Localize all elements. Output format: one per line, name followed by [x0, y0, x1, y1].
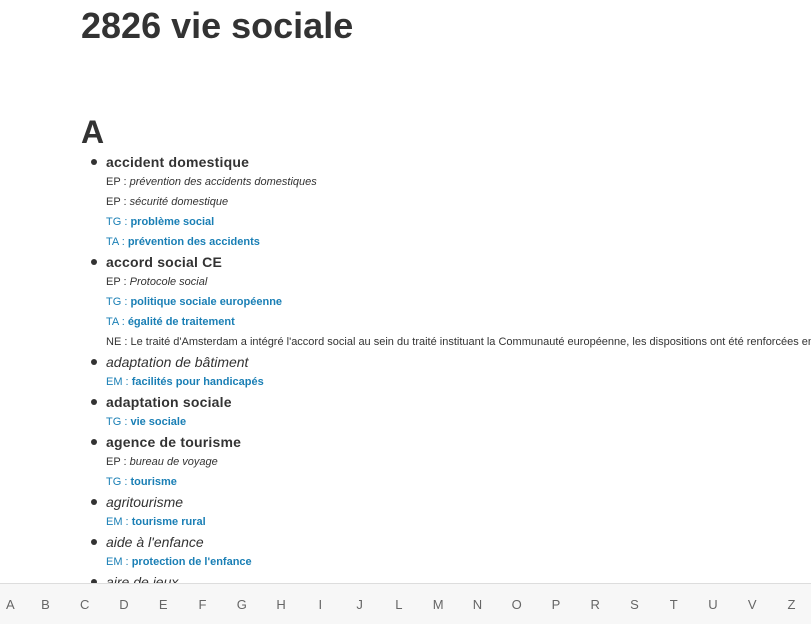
relation-row: NE : Le traité d'Amsterdam a intégré l'a… [106, 332, 811, 352]
relation-row: TG : problème social [106, 212, 811, 232]
entry-term: agritourisme [106, 494, 184, 510]
relation-code: EP : [106, 456, 127, 468]
relation-code: TG : [106, 416, 128, 428]
alphabet-letter-link[interactable]: H [261, 597, 300, 612]
alphabet-letter-link[interactable]: M [418, 597, 457, 612]
alphabet-navigation-bar: ABCDEFGHIJLMNOPRSTUVZ [0, 583, 811, 624]
entry-term: agence de tourisme [106, 434, 242, 450]
entry-item: adaptation sociale TG : vie sociale [81, 392, 811, 432]
relation-row: TA : prévention des accidents [106, 232, 811, 252]
related-term-link[interactable]: problème social [130, 216, 214, 228]
entry-item: agence de tourisme EP : bureau de voyage T… [81, 432, 811, 492]
page-title: 2826 vie sociale [81, 5, 354, 46]
entry-term: adaptation de bâtiment [106, 354, 249, 370]
relation-row: TG : tourisme [106, 472, 811, 492]
relation-row: TG : politique sociale européenne [106, 292, 811, 312]
alphabet-letter-link[interactable]: A [0, 597, 26, 612]
used-for-term: prévention des accidents domestiques [129, 176, 317, 188]
alphabet-letter-link[interactable]: I [301, 597, 340, 612]
related-term-link[interactable]: tourisme rural [132, 516, 206, 528]
relation-code: TG : [106, 476, 128, 488]
alphabet-letter-link[interactable]: J [340, 597, 379, 612]
alphabet-letter-link[interactable]: V [733, 597, 772, 612]
relation-row: EP : prévention des accidents domestique… [106, 172, 811, 192]
related-term-link[interactable]: politique sociale européenne [130, 296, 282, 308]
relation-code: TG : [106, 216, 128, 228]
used-for-term: Protocole social [129, 276, 208, 288]
relation-row: EM : tourisme rural [106, 512, 811, 532]
alphabet-letter-link[interactable]: D [104, 597, 143, 612]
alphabet-letter-link[interactable]: P [536, 597, 575, 612]
entry-list: accident domestique EP : prévention des a… [81, 152, 811, 592]
alphabet-letter-link[interactable]: N [458, 597, 497, 612]
alphabet-letter-link[interactable]: T [654, 597, 693, 612]
relation-code: EP : [106, 276, 127, 288]
relation-row: EP : Protocole social [106, 272, 811, 292]
relation-row: TA : égalité de traitement [106, 312, 811, 332]
relation-code: EM : [106, 556, 129, 568]
used-for-term: bureau de voyage [129, 456, 218, 468]
relation-code: TA : [106, 236, 125, 248]
relation-row: EM : facilités pour handicapés [106, 372, 811, 392]
bullet-icon [91, 359, 97, 365]
scope-note-text: Le traité d'Amsterdam a intégré l'accord… [130, 336, 811, 348]
bullet-icon [91, 499, 97, 505]
bullet-icon [91, 539, 97, 545]
alphabet-letter-link[interactable]: G [222, 597, 261, 612]
alphabet-letter-link[interactable]: B [26, 597, 65, 612]
alphabet-letter-link[interactable]: E [144, 597, 183, 612]
entry-item: agritourisme EM : tourisme rural [81, 492, 811, 532]
entry-term: adaptation sociale [106, 394, 232, 410]
relation-row: EP : sécurité domestique [106, 192, 811, 212]
related-term-link[interactable]: tourisme [130, 476, 176, 488]
relation-code: EM : [106, 376, 129, 388]
entry-item: accident domestique EP : prévention des a… [81, 152, 811, 252]
related-term-link[interactable]: facilités pour handicapés [132, 376, 264, 388]
bullet-icon [91, 439, 97, 445]
relation-code: NE : [106, 336, 128, 348]
entry-term: accord social CE [106, 254, 223, 270]
entry-item: adaptation de bâtiment EM : facilités pou… [81, 352, 811, 392]
alphabet-letter-link[interactable]: U [693, 597, 732, 612]
alphabet-letter-link[interactable]: O [497, 597, 536, 612]
entry-item: accord social CE EP : Protocole social TG … [81, 252, 811, 352]
thesaurus-content: 2826 vie sociale A accident domestique EP… [81, 0, 811, 592]
relation-code: TA : [106, 316, 125, 328]
alphabet-letter-link[interactable]: R [576, 597, 615, 612]
used-for-term: sécurité domestique [129, 196, 229, 208]
related-term-link[interactable]: égalité de traitement [128, 316, 235, 328]
section-letter-heading: A [81, 114, 105, 150]
alphabet-letter-link[interactable]: L [379, 597, 418, 612]
related-term-link[interactable]: vie sociale [130, 416, 186, 428]
related-term-link[interactable]: prévention des accidents [128, 236, 260, 248]
bullet-icon [91, 159, 97, 165]
alphabet-letter-link[interactable]: S [615, 597, 654, 612]
related-term-link[interactable]: protection de l'enfance [132, 556, 252, 568]
relation-row: EM : protection de l'enfance [106, 552, 811, 572]
relation-code: EM : [106, 516, 129, 528]
relation-code: EP : [106, 196, 127, 208]
entry-term: accident domestique [106, 154, 250, 170]
alphabet-letter-link[interactable]: F [183, 597, 222, 612]
relation-code: EP : [106, 176, 127, 188]
relation-row: EP : bureau de voyage [106, 452, 811, 472]
alphabet-letter-link[interactable]: Z [772, 597, 811, 612]
alphabet-letter-link[interactable]: C [65, 597, 104, 612]
bullet-icon [91, 259, 97, 265]
bullet-icon [91, 399, 97, 405]
entry-item: aide à l'enfance EM : protection de l'enf… [81, 532, 811, 572]
relation-code: TG : [106, 296, 128, 308]
relation-row: TG : vie sociale [106, 412, 811, 432]
entry-term: aide à l'enfance [106, 534, 204, 550]
